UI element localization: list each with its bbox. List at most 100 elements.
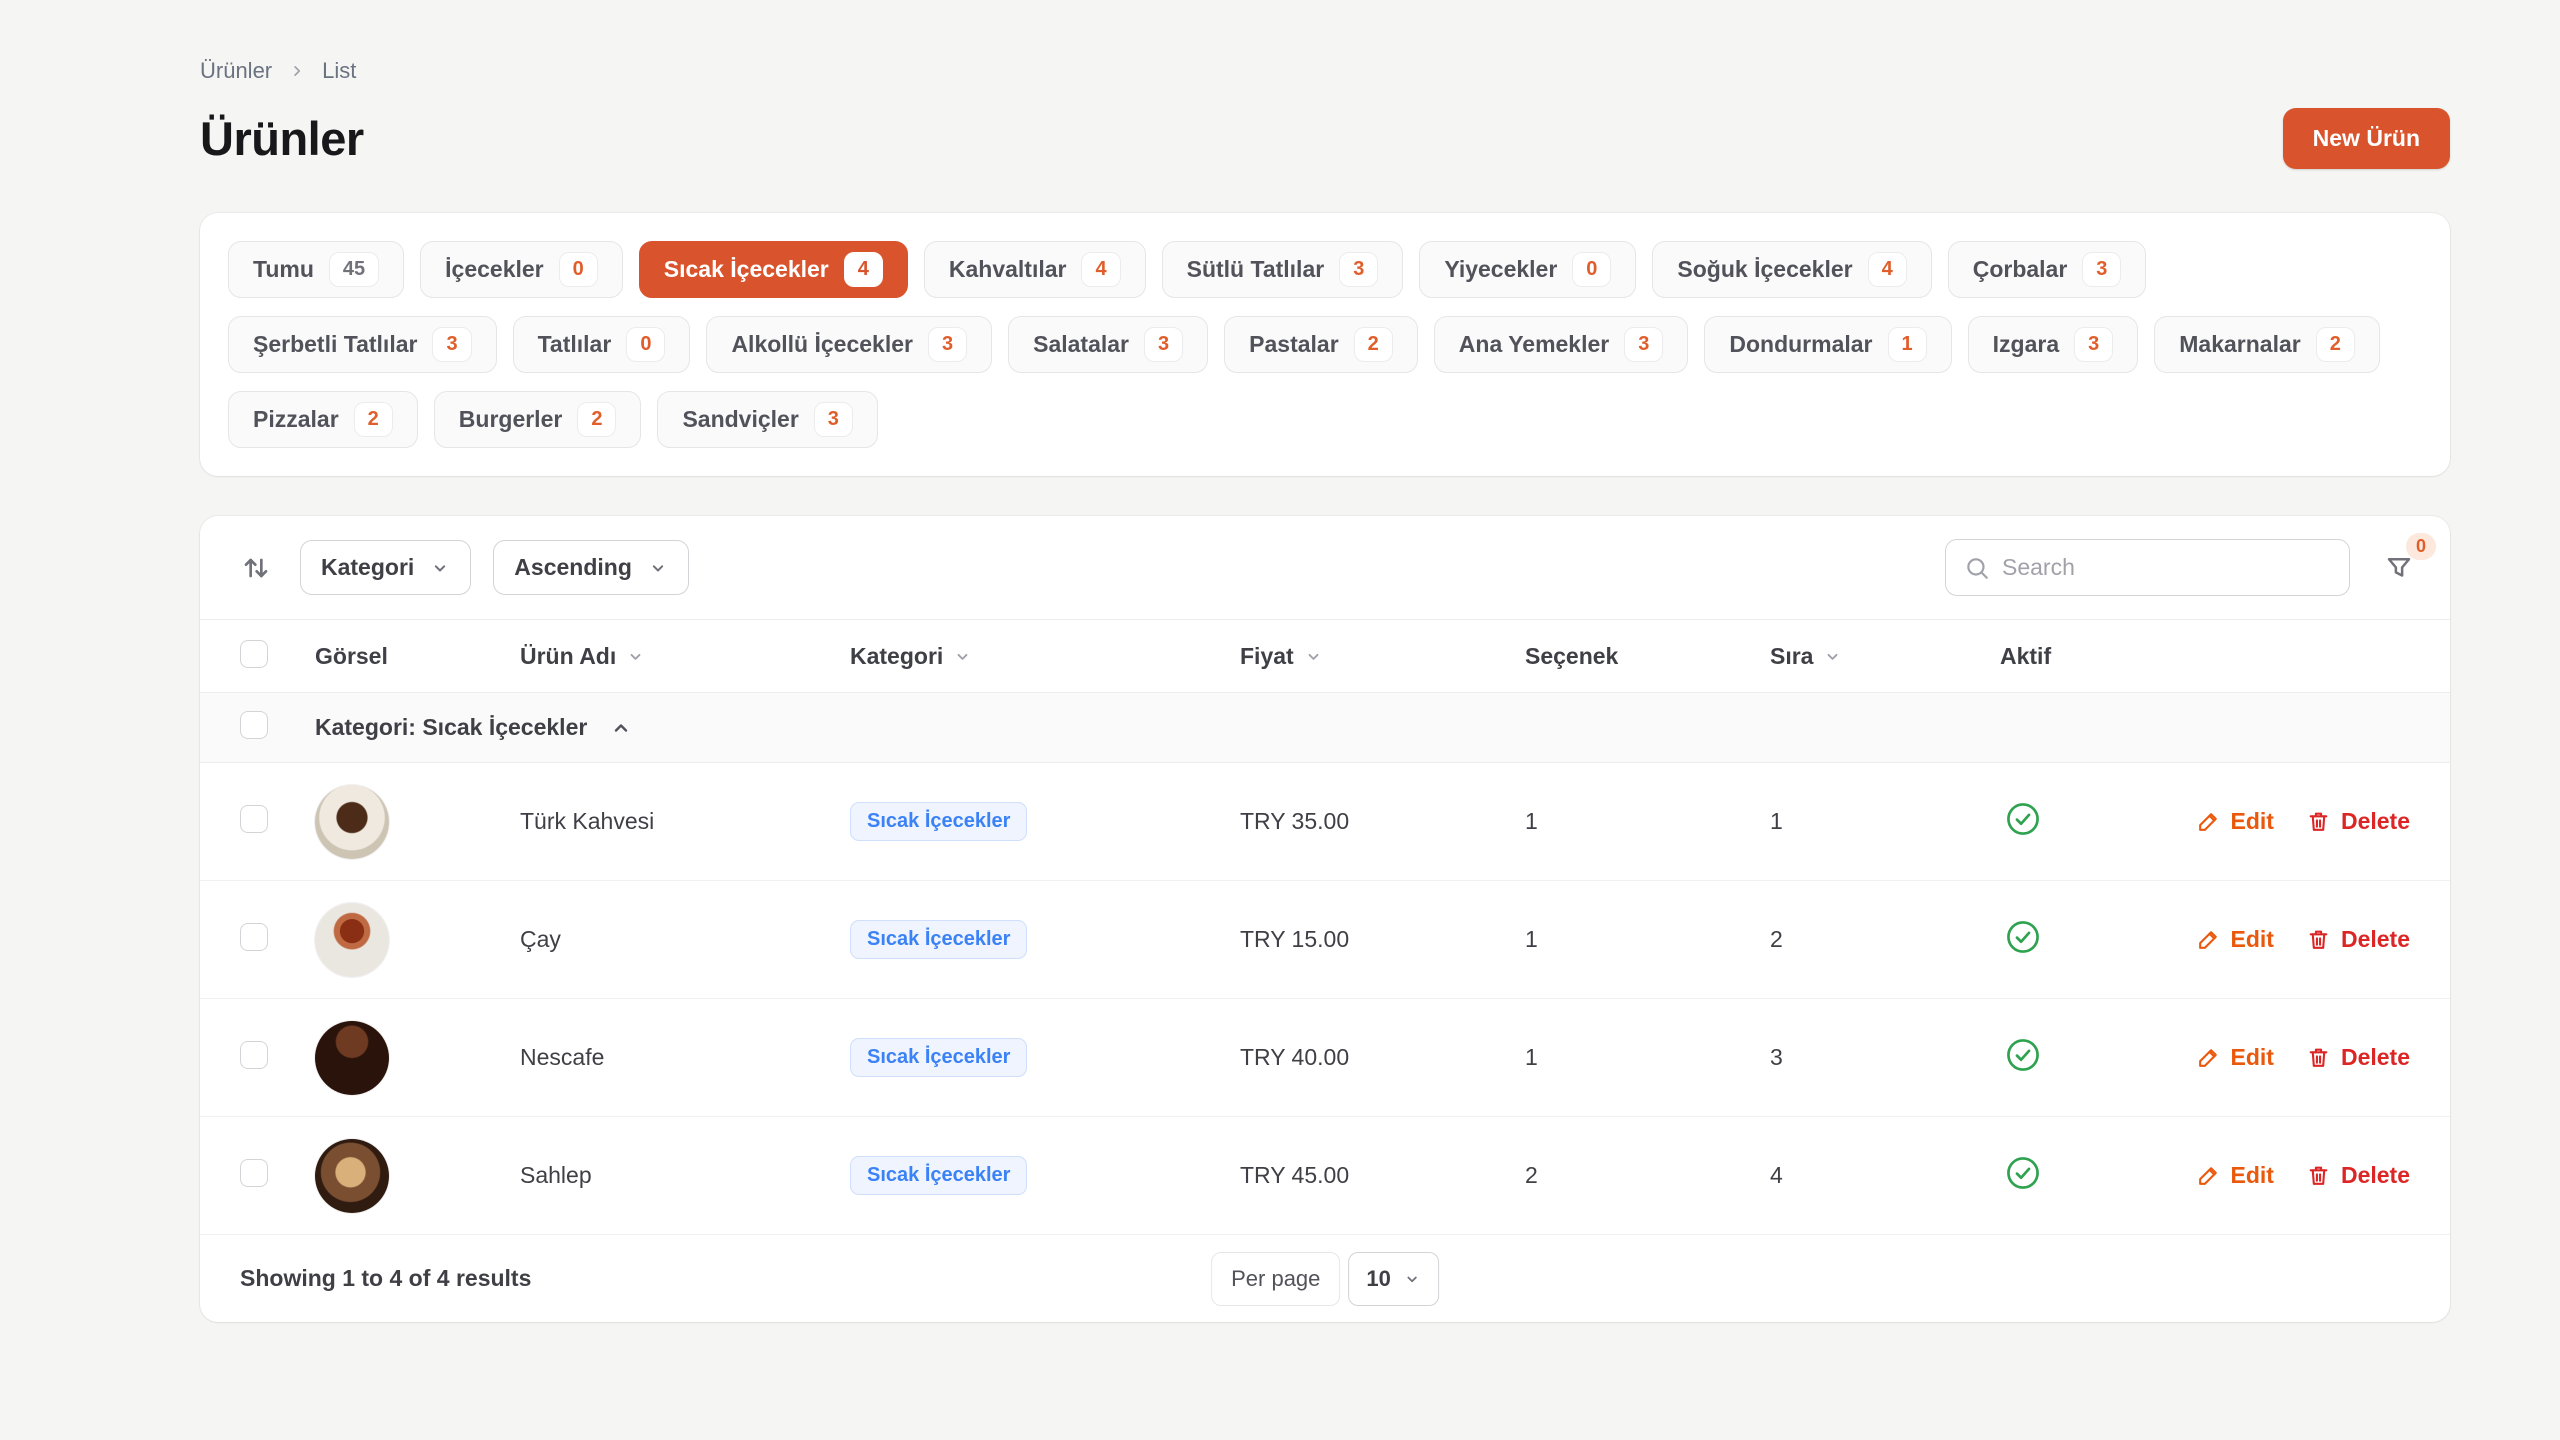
funnel-icon xyxy=(2384,553,2414,583)
edit-button[interactable]: Edit xyxy=(2196,926,2274,953)
product-sort-order: 4 xyxy=(1770,1162,2000,1189)
category-tab[interactable]: Tatlılar 0 xyxy=(513,316,691,373)
breadcrumb-current: List xyxy=(322,58,356,84)
row-category-cell: Sıcak İçecekler xyxy=(850,1156,1240,1195)
column-header[interactable]: Sıra xyxy=(1770,643,2000,670)
row-checkbox-cell xyxy=(240,1041,315,1074)
category-tab[interactable]: Pizzalar 2 xyxy=(228,391,418,448)
products-table-card: Kategori Ascending 0 xyxy=(200,516,2450,1322)
sort-direction-select[interactable]: Ascending xyxy=(493,540,689,595)
trash-icon xyxy=(2306,1163,2331,1188)
products-page: Ürünler List Ürünler New Ürün Tumu 45 İç… xyxy=(200,0,2450,1322)
row-image-cell xyxy=(315,1021,520,1095)
product-row: Nescafe Sıcak İçecekler TRY 40.00 1 3 xyxy=(200,999,2450,1117)
row-checkbox[interactable] xyxy=(240,923,268,951)
row-image-cell xyxy=(315,1139,520,1213)
product-price: TRY 40.00 xyxy=(1240,1044,1525,1071)
category-tab[interactable]: Dondurmalar 1 xyxy=(1704,316,1951,373)
chevron-down-icon xyxy=(953,647,972,666)
category-tab[interactable]: Alkollü İçecekler 3 xyxy=(706,316,992,373)
column-header[interactable]: Görsel xyxy=(315,643,520,670)
row-active-cell xyxy=(2000,1154,2180,1197)
category-tab-count-badge: 3 xyxy=(928,327,967,362)
product-row: Çay Sıcak İçecekler TRY 15.00 1 2 xyxy=(200,881,2450,999)
group-label: Kategori: Sıcak İçecekler xyxy=(315,714,587,741)
category-tab[interactable]: Şerbetli Tatlılar 3 xyxy=(228,316,497,373)
select-all-checkbox[interactable] xyxy=(240,640,268,668)
sort-field-select[interactable]: Kategori xyxy=(300,540,471,595)
category-tab[interactable]: Kahvaltılar 4 xyxy=(924,241,1146,298)
active-check-circle-icon xyxy=(2000,1154,2042,1192)
category-tab[interactable]: Salatalar 3 xyxy=(1008,316,1208,373)
filter-button[interactable]: 0 xyxy=(2376,545,2422,591)
per-page-value: 10 xyxy=(1366,1266,1390,1292)
delete-button[interactable]: Delete xyxy=(2306,1162,2410,1189)
category-tab[interactable]: Yiyecekler 0 xyxy=(1419,241,1636,298)
category-badge: Sıcak İçecekler xyxy=(850,802,1027,841)
row-actions: Edit Delete xyxy=(2180,926,2410,953)
row-actions: Edit Delete xyxy=(2180,1162,2410,1189)
edit-button-label: Edit xyxy=(2231,1044,2274,1071)
category-tab-count-badge: 4 xyxy=(1081,252,1120,287)
category-tab[interactable]: Sütlü Tatlılar 3 xyxy=(1162,241,1404,298)
sort-toggle-button[interactable] xyxy=(234,546,278,590)
column-header[interactable]: Fiyat xyxy=(1240,643,1525,670)
category-tab[interactable]: Burgerler 2 xyxy=(434,391,642,448)
category-badge: Sıcak İçecekler xyxy=(850,920,1027,959)
delete-button[interactable]: Delete xyxy=(2306,808,2410,835)
product-row: Türk Kahvesi Sıcak İçecekler TRY 35.00 1… xyxy=(200,763,2450,881)
category-tab[interactable]: Makarnalar 2 xyxy=(2154,316,2380,373)
category-tab[interactable]: Çorbalar 3 xyxy=(1948,241,2147,298)
per-page-select[interactable]: 10 xyxy=(1348,1252,1438,1306)
delete-button[interactable]: Delete xyxy=(2306,926,2410,953)
row-category-cell: Sıcak İçecekler xyxy=(850,1038,1240,1077)
chevron-down-icon xyxy=(1304,647,1323,666)
pencil-icon xyxy=(2196,927,2221,952)
column-header[interactable]: Kategori xyxy=(850,643,1240,670)
category-tab-count-badge: 0 xyxy=(559,252,598,287)
row-active-cell xyxy=(2000,800,2180,843)
chevron-down-icon xyxy=(1823,647,1842,666)
row-checkbox-cell xyxy=(240,1159,315,1192)
category-tab-count-badge: 3 xyxy=(2074,327,2113,362)
category-tab-count-badge: 2 xyxy=(1354,327,1393,362)
category-tab-label: Ana Yemekler xyxy=(1459,331,1609,358)
product-image xyxy=(315,903,389,977)
category-tab-label: Makarnalar xyxy=(2179,331,2300,358)
product-price: TRY 45.00 xyxy=(1240,1162,1525,1189)
search-input[interactable] xyxy=(2002,554,2331,581)
edit-button[interactable]: Edit xyxy=(2196,808,2274,835)
category-tab-count-badge: 1 xyxy=(1888,327,1927,362)
edit-button[interactable]: Edit xyxy=(2196,1162,2274,1189)
category-tab[interactable]: Soğuk İçecekler 4 xyxy=(1652,241,1931,298)
category-tab[interactable]: Sıcak İçecekler 4 xyxy=(639,241,908,298)
product-price: TRY 15.00 xyxy=(1240,926,1525,953)
category-tab[interactable]: Tumu 45 xyxy=(228,241,404,298)
group-checkbox-cell xyxy=(240,711,315,744)
category-tab-label: Şerbetli Tatlılar xyxy=(253,331,417,358)
column-header[interactable]: Aktif xyxy=(2000,643,2180,670)
column-header-label: Ürün Adı xyxy=(520,643,616,670)
category-tab[interactable]: Pastalar 2 xyxy=(1224,316,1418,373)
category-badge: Sıcak İçecekler xyxy=(850,1038,1027,1077)
breadcrumb-link-products[interactable]: Ürünler xyxy=(200,58,272,84)
active-check-circle-icon xyxy=(2000,800,2042,838)
new-urun-button[interactable]: New Ürün xyxy=(2283,108,2450,169)
row-checkbox[interactable] xyxy=(240,1041,268,1069)
column-header[interactable]: Seçenek xyxy=(1525,643,1770,670)
trash-icon xyxy=(2306,1045,2331,1070)
collapse-group-button[interactable] xyxy=(607,714,635,742)
row-checkbox[interactable] xyxy=(240,1159,268,1187)
category-tab[interactable]: İçecekler 0 xyxy=(420,241,623,298)
toolbar-right: 0 xyxy=(1945,539,2422,596)
group-checkbox[interactable] xyxy=(240,711,268,739)
edit-button[interactable]: Edit xyxy=(2196,1044,2274,1071)
sort-field-value: Kategori xyxy=(321,554,414,581)
category-tab[interactable]: Ana Yemekler 3 xyxy=(1434,316,1689,373)
category-tab[interactable]: Sandviçler 3 xyxy=(657,391,877,448)
column-header[interactable]: Ürün Adı xyxy=(520,643,850,670)
delete-button[interactable]: Delete xyxy=(2306,1044,2410,1071)
row-checkbox[interactable] xyxy=(240,805,268,833)
category-tab-label: Sıcak İçecekler xyxy=(664,256,829,283)
category-tab[interactable]: Izgara 3 xyxy=(1968,316,2139,373)
